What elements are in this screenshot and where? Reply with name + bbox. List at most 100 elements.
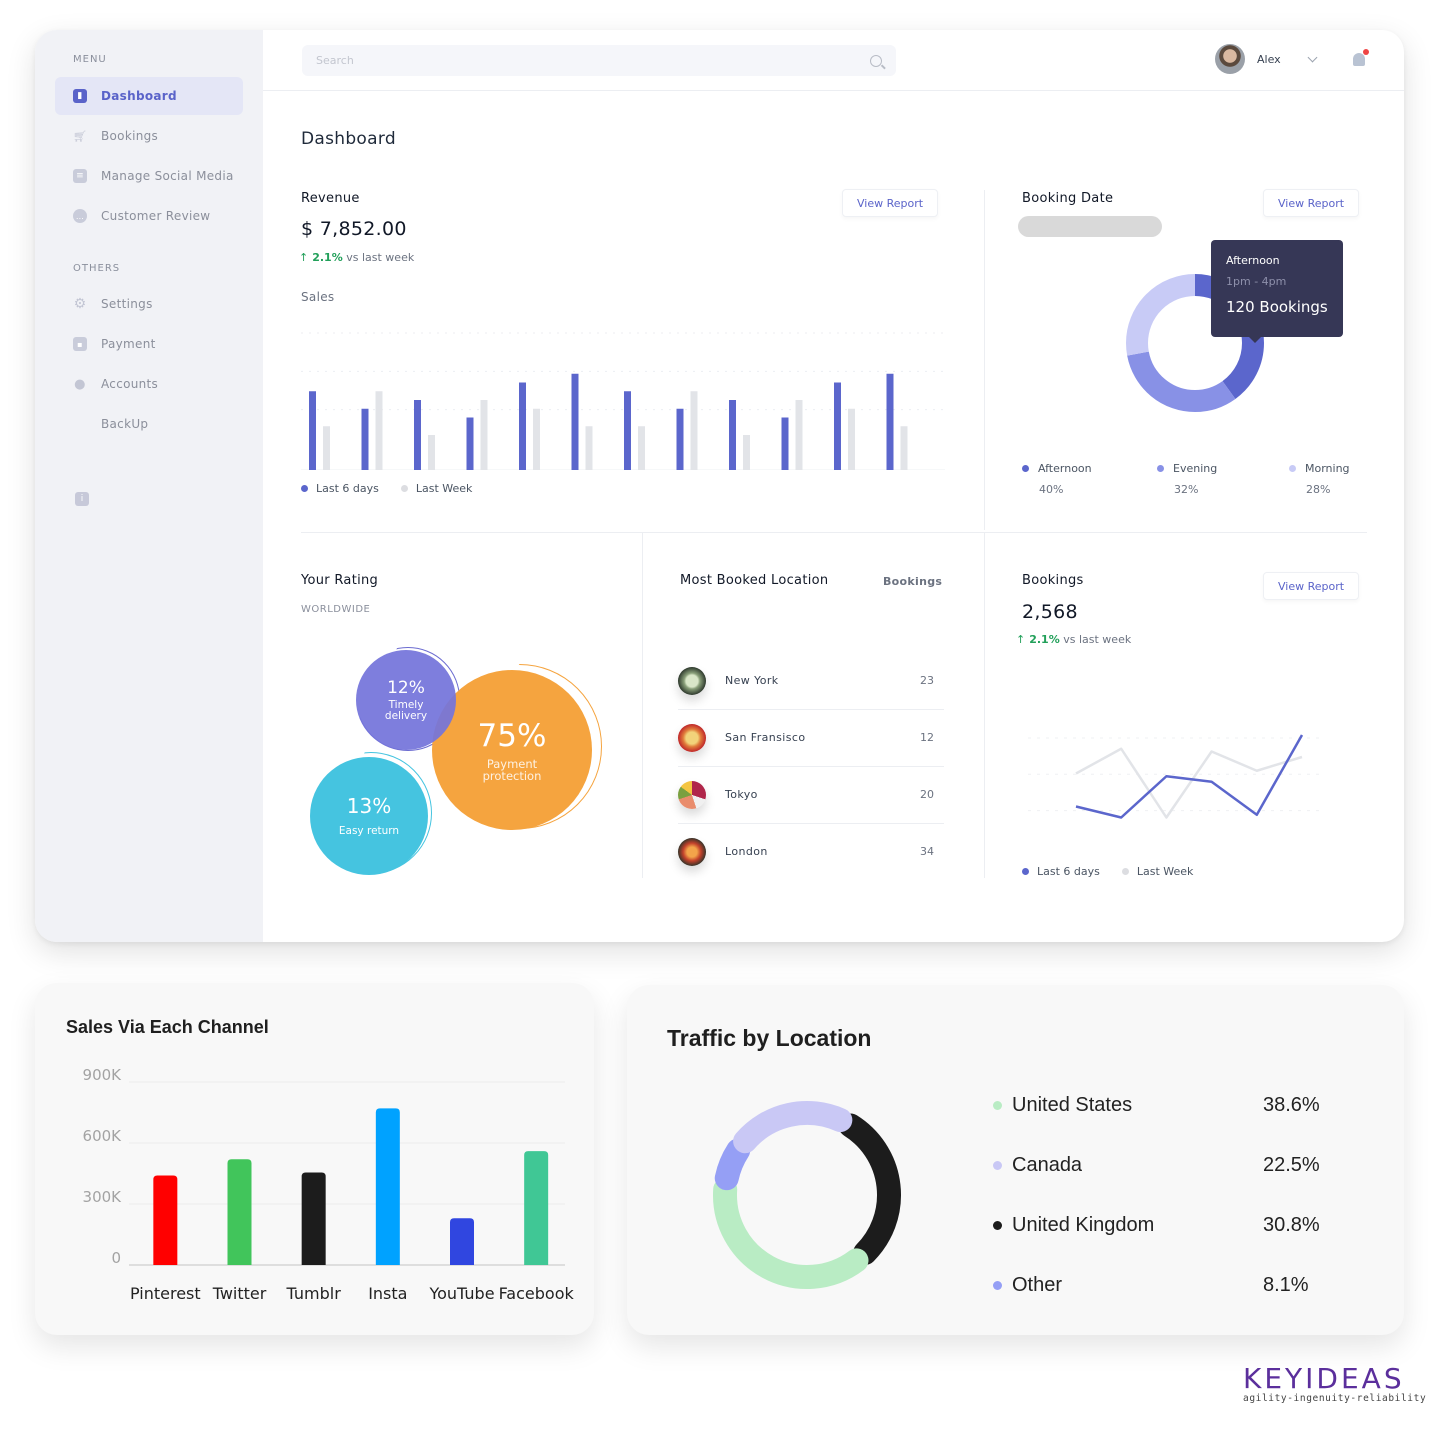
bell-icon[interactable] bbox=[1353, 49, 1369, 66]
x-tick-label: Facebook bbox=[499, 1284, 575, 1303]
bar-last-week bbox=[428, 435, 435, 470]
bar-last-6-days bbox=[414, 400, 421, 470]
sidebar-item-dashboard[interactable]: ▮ Dashboard bbox=[55, 77, 243, 115]
legend-dot bbox=[1157, 465, 1164, 472]
location-bookings: 23 bbox=[920, 674, 934, 687]
bar-last-week bbox=[795, 400, 803, 470]
bar-pinterest bbox=[153, 1175, 178, 1265]
bar-last-week bbox=[848, 408, 855, 470]
legend-dot bbox=[1022, 465, 1029, 472]
revenue-delta-text: vs last week bbox=[346, 251, 415, 264]
location-row[interactable]: Tokyo 20 bbox=[678, 766, 944, 823]
search-input[interactable] bbox=[316, 54, 870, 67]
wallet-icon: ▪ bbox=[73, 337, 87, 351]
location-name: London bbox=[725, 845, 768, 858]
location-row[interactable]: New York 23 bbox=[678, 652, 944, 709]
divider bbox=[984, 533, 985, 878]
sales-channel-card: Sales Via Each Channel 0 300K 600K 900K Pint… bbox=[35, 983, 594, 1335]
bubble-label: Easy return bbox=[338, 825, 400, 838]
bookings-title: Bookings bbox=[1022, 573, 1084, 588]
avatar[interactable] bbox=[1215, 44, 1245, 74]
sidebar-item-manage-social-media[interactable]: ≡ Manage Social Media bbox=[55, 157, 243, 195]
revenue-delta-pct: 2.1% bbox=[312, 251, 343, 264]
location-row[interactable]: San Fransisco 12 bbox=[678, 709, 944, 766]
bubble-label: protection bbox=[482, 769, 542, 783]
sidebar-item-label: Accounts bbox=[101, 377, 159, 391]
y-tick-label: 600K bbox=[83, 1127, 123, 1145]
bar-last-week bbox=[690, 391, 698, 470]
bar-last-week bbox=[900, 426, 908, 470]
legend-label: Evening bbox=[1173, 462, 1218, 475]
legend-item-evening: Evening 32% bbox=[1157, 462, 1217, 496]
bar-last-6-days bbox=[729, 400, 736, 470]
donut-slice-united-states bbox=[713, 1177, 869, 1289]
sidebar-item-payment[interactable]: ▪ Payment bbox=[55, 325, 243, 363]
location-thumbnail bbox=[678, 780, 706, 809]
arrow-up-icon: ↑ bbox=[299, 251, 309, 264]
bookings-view-report-button[interactable]: View Report bbox=[1263, 572, 1360, 600]
legend-pct: 40% bbox=[1039, 483, 1064, 496]
legend-label: Canada bbox=[1012, 1154, 1083, 1176]
info-icon[interactable]: i bbox=[75, 492, 89, 506]
sidebar-item-backup[interactable]: BackUp bbox=[55, 405, 243, 443]
sales-chart-label: Sales bbox=[301, 290, 335, 304]
legend-item-last-6-days: Last 6 days bbox=[301, 482, 379, 495]
sidebar-item-bookings[interactable]: 🛒︎ Bookings bbox=[55, 117, 243, 155]
locations-column-header: Bookings bbox=[883, 575, 943, 588]
sidebar-item-label: Manage Social Media bbox=[101, 169, 234, 183]
y-tick-label: 900K bbox=[83, 1066, 123, 1084]
legend-dot bbox=[1289, 465, 1296, 472]
brand-name: KEYIDEAS bbox=[1243, 1362, 1405, 1395]
divider bbox=[984, 190, 985, 530]
search-bar[interactable] bbox=[302, 45, 896, 76]
tooltip-title: Afternoon bbox=[1226, 254, 1280, 267]
topbar-divider bbox=[263, 90, 1404, 91]
traffic-legend-item: United States 38.6% bbox=[993, 1094, 1333, 1117]
sidebar-item-label: Dashboard bbox=[101, 89, 177, 103]
donut-slice-united-kingdom bbox=[838, 1113, 901, 1265]
booking-date-view-report-button[interactable]: View Report bbox=[1263, 189, 1360, 217]
sidebar-item-settings[interactable]: ⚙ Settings bbox=[55, 285, 243, 323]
bookings-delta-pct: 2.1% bbox=[1029, 633, 1060, 646]
revenue-delta: ↑ 2.1% vs last week bbox=[299, 251, 414, 264]
revenue-title: Revenue bbox=[301, 191, 360, 206]
sidebar-menu-label: MENU bbox=[73, 54, 107, 65]
chevron-down-icon[interactable] bbox=[1307, 52, 1318, 62]
bar-chart-icon: ▮ bbox=[73, 89, 87, 103]
rating-bubble-timely-delivery: 12% Timely delivery bbox=[356, 650, 456, 750]
search-icon[interactable] bbox=[870, 54, 882, 67]
legend-pct: 30.8% bbox=[1263, 1214, 1320, 1236]
y-tick-label: 300K bbox=[83, 1188, 123, 1206]
x-tick-label: Tumblr bbox=[286, 1284, 342, 1303]
gear-icon: ⚙ bbox=[73, 296, 87, 312]
dashboard-window: MENU ▮ Dashboard 🛒︎ Bookings ≡ Manage So… bbox=[35, 30, 1404, 942]
bar-youtube bbox=[450, 1218, 474, 1265]
sidebar-item-customer-review[interactable]: … Customer Review bbox=[55, 197, 243, 235]
sidebar-item-accounts[interactable]: ● Accounts bbox=[55, 365, 243, 403]
revenue-view-report-button[interactable]: View Report bbox=[842, 189, 939, 217]
bar-last-week bbox=[585, 426, 593, 470]
legend-label: Other bbox=[1012, 1274, 1063, 1296]
legend-dot bbox=[993, 1161, 1002, 1170]
date-range-selector[interactable] bbox=[1018, 216, 1162, 237]
traffic-title: Traffic by Location bbox=[667, 1025, 872, 1051]
legend-dot bbox=[993, 1101, 1002, 1110]
legend-item-last-week: Last Week bbox=[400, 482, 473, 495]
traffic-legend-item: Canada 22.5% bbox=[993, 1154, 1333, 1177]
document-icon: ≡ bbox=[73, 169, 87, 183]
bar-last-6-days bbox=[834, 382, 841, 470]
user-menu[interactable]: Alex bbox=[1215, 44, 1318, 74]
rating-subtitle: WORLDWIDE bbox=[301, 604, 371, 615]
legend-dot bbox=[1121, 868, 1129, 875]
bubble-value: 13% bbox=[346, 794, 392, 819]
location-bookings: 20 bbox=[920, 788, 934, 801]
legend-label: Last Week bbox=[415, 482, 473, 495]
bar-tumblr bbox=[301, 1172, 326, 1265]
bookings-value: 2,568 bbox=[1022, 601, 1078, 623]
location-row[interactable]: London 34 bbox=[678, 823, 944, 880]
user-icon: ● bbox=[74, 376, 86, 392]
sales-bar-chart: 010203040506070809101112 bbox=[301, 332, 945, 470]
legend-label: United States bbox=[1012, 1094, 1133, 1116]
bookings-line-chart: 010203040506 bbox=[1028, 734, 1325, 819]
bubble-label: delivery bbox=[384, 710, 428, 722]
